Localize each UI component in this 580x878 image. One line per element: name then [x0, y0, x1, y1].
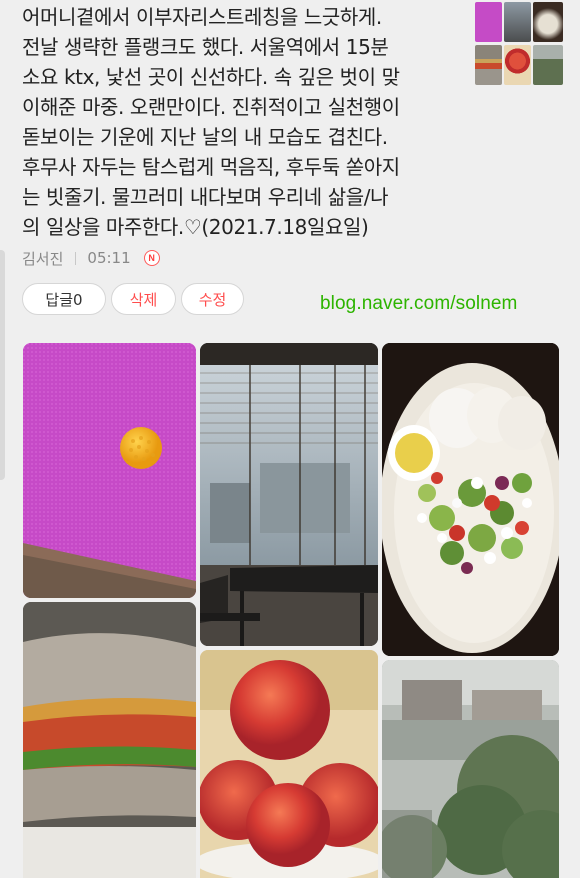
side-scroll-edge — [0, 250, 5, 480]
post-body-text: 어머니곁에서 이부자리스트레칭을 느긋하게. 전날 생략한 플랭크도 했다. 서… — [22, 5, 400, 239]
blog-url-link[interactable]: blog.naver.com/solnem — [320, 293, 517, 315]
thumbnail-cafe[interactable] — [504, 2, 531, 42]
photo-yoga-mat[interactable] — [23, 343, 196, 598]
photo-rainy-view[interactable] — [382, 660, 559, 878]
new-badge-icon: N — [143, 250, 160, 266]
thumbnail-yoga[interactable] — [475, 2, 502, 42]
meta-divider — [75, 251, 77, 265]
thumbnail-salad[interactable] — [533, 2, 563, 42]
edit-button[interactable]: 수정 — [181, 283, 244, 315]
post-time: 05:11 — [87, 249, 131, 267]
delete-button[interactable]: 삭제 — [111, 283, 176, 315]
photo-plums[interactable] — [200, 650, 378, 878]
thumbnail-plum[interactable] — [504, 45, 531, 85]
photo-sandwich[interactable] — [23, 602, 196, 878]
author-name[interactable]: 김서진 — [22, 248, 63, 269]
thumbnail-strip[interactable] — [475, 2, 563, 86]
photo-cafe-interior[interactable] — [200, 343, 378, 646]
post-meta: 김서진 05:11 N — [22, 246, 160, 270]
thumbnail-garden[interactable] — [533, 45, 563, 85]
reply-button[interactable]: 답글0 — [22, 283, 106, 315]
photo-salad-plate[interactable] — [382, 343, 559, 656]
thumbnail-sandwich[interactable] — [475, 45, 502, 85]
